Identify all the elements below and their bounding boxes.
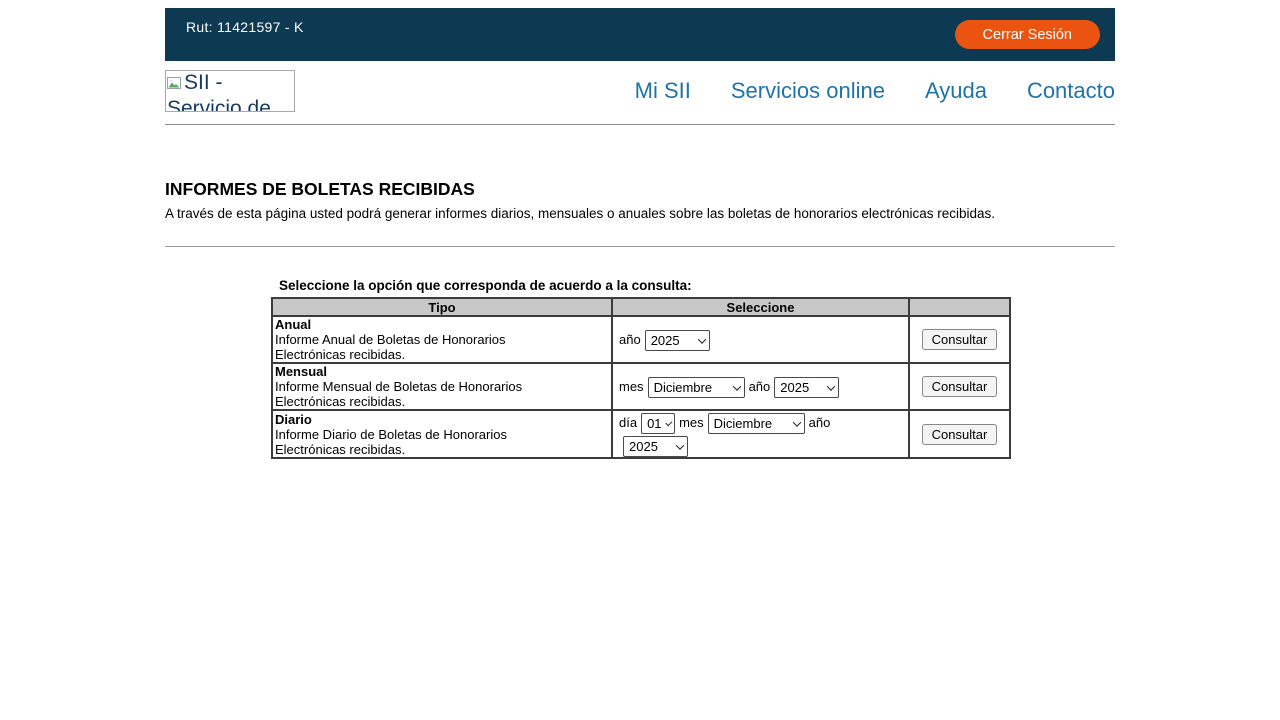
tipo-description: Informe Anual de Boletas de Honorarios E… bbox=[275, 332, 575, 362]
page-title: INFORMES DE BOLETAS RECIBIDAS bbox=[165, 179, 1115, 200]
diario-month-select[interactable]: Diciembre bbox=[708, 413, 805, 434]
consultar-diario-button[interactable]: Consultar bbox=[922, 424, 998, 445]
anual-tipo-cell: Anual Informe Anual de Boletas de Honora… bbox=[272, 316, 612, 363]
diario-day-select[interactable]: 01 bbox=[641, 413, 675, 434]
consultar-anual-button[interactable]: Consultar bbox=[922, 329, 998, 350]
logout-button[interactable]: Cerrar Sesión bbox=[955, 20, 1100, 49]
column-header-seleccione: Seleccione bbox=[612, 298, 909, 316]
site-logo[interactable]: SII - Servicio de bbox=[165, 70, 295, 112]
page-container: Rut: 11421597 - K Cerrar Sesión SII - Se… bbox=[165, 8, 1115, 459]
nav-servicios-online[interactable]: Servicios online bbox=[731, 78, 885, 104]
column-header-accion bbox=[909, 298, 1010, 316]
year-label: año bbox=[809, 415, 831, 430]
diario-params-cell: día 01 mes Diciembre año 2025 bbox=[612, 410, 909, 458]
nav-contacto[interactable]: Contacto bbox=[1027, 78, 1115, 104]
consultar-mensual-button[interactable]: Consultar bbox=[922, 376, 998, 397]
year-label: año bbox=[749, 379, 771, 394]
tipo-label: Anual bbox=[275, 317, 609, 332]
tipo-label: Diario bbox=[275, 412, 609, 427]
mensual-params-cell: mes Diciembre año2025 bbox=[612, 363, 909, 410]
anual-action-cell: Consultar bbox=[909, 316, 1010, 363]
anual-year-select[interactable]: 2025 bbox=[645, 330, 710, 351]
chevron-down-icon bbox=[827, 382, 835, 390]
consulta-table: Tipo Seleccione Anual Informe Anual de B… bbox=[271, 297, 1011, 459]
nav-mi-sii[interactable]: Mi SII bbox=[635, 78, 691, 104]
chevron-down-icon bbox=[732, 382, 740, 390]
broken-image-icon bbox=[167, 73, 183, 97]
mensual-action-cell: Consultar bbox=[909, 363, 1010, 410]
tipo-description: Informe Mensual de Boletas de Honorarios… bbox=[275, 379, 575, 409]
month-label: mes bbox=[619, 379, 644, 394]
diario-year-select[interactable]: 2025 bbox=[623, 436, 688, 457]
month-label: mes bbox=[679, 415, 704, 430]
diario-tipo-cell: Diario Informe Diario de Boletas de Hono… bbox=[272, 410, 612, 458]
chevron-down-icon bbox=[792, 418, 800, 426]
table-row-anual: Anual Informe Anual de Boletas de Honora… bbox=[272, 316, 1010, 363]
tipo-label: Mensual bbox=[275, 364, 609, 379]
divider bbox=[165, 246, 1115, 247]
chevron-down-icon bbox=[676, 441, 684, 449]
topbar: Rut: 11421597 - K Cerrar Sesión bbox=[165, 8, 1115, 61]
column-header-tipo: Tipo bbox=[272, 298, 612, 316]
nav-ayuda[interactable]: Ayuda bbox=[925, 78, 987, 104]
chevron-down-icon bbox=[665, 419, 672, 426]
consulta-section: Seleccione la opción que corresponda de … bbox=[271, 278, 1009, 459]
table-row-diario: Diario Informe Diario de Boletas de Hono… bbox=[272, 410, 1010, 458]
anual-params-cell: año 2025 bbox=[612, 316, 909, 363]
chevron-down-icon bbox=[697, 335, 705, 343]
tipo-description: Informe Diario de Boletas de Honorarios … bbox=[275, 427, 575, 457]
diario-action-cell: Consultar bbox=[909, 410, 1010, 458]
page-description: A través de esta página usted podrá gene… bbox=[165, 206, 1115, 221]
site-header: SII - Servicio de Mi SII Servicios onlin… bbox=[165, 70, 1115, 125]
table-header-row: Tipo Seleccione bbox=[272, 298, 1010, 316]
mensual-tipo-cell: Mensual Informe Mensual de Boletas de Ho… bbox=[272, 363, 612, 410]
consulta-caption: Seleccione la opción que corresponda de … bbox=[271, 278, 1009, 293]
day-label: día bbox=[619, 415, 637, 430]
mensual-year-select[interactable]: 2025 bbox=[774, 377, 839, 398]
mensual-month-select[interactable]: Diciembre bbox=[648, 377, 745, 398]
table-row-mensual: Mensual Informe Mensual de Boletas de Ho… bbox=[272, 363, 1010, 410]
year-label: año bbox=[619, 332, 641, 347]
main-nav: Mi SII Servicios online Ayuda Contacto bbox=[635, 78, 1115, 104]
rut-label: Rut: 11421597 - K bbox=[186, 19, 304, 61]
